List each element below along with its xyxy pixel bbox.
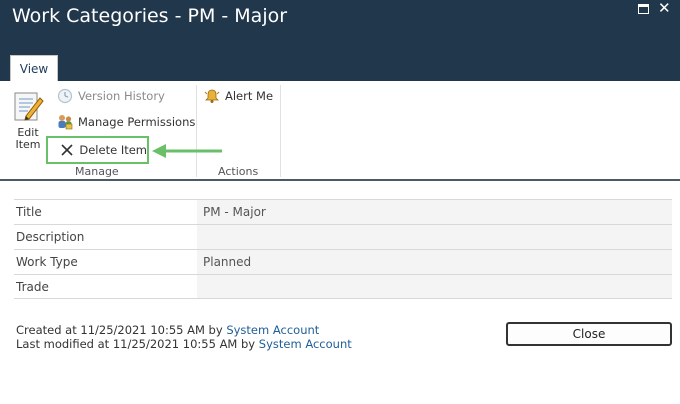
edit-document-icon — [14, 92, 44, 121]
close-icon[interactable]: ✕ — [658, 1, 671, 16]
delete-x-icon — [58, 141, 75, 159]
bell-icon — [203, 87, 221, 105]
edit-item-label: Edit Item — [15, 126, 41, 151]
table-row: Work Type Planned — [14, 249, 672, 274]
permissions-icon — [56, 113, 74, 131]
field-label: Work Type — [16, 255, 78, 269]
edit-item-button[interactable]: Edit Item — [8, 89, 48, 159]
created-text: Created at 11/25/2021 10:55 AM by — [16, 323, 227, 337]
delete-item-button[interactable]: Delete Item — [46, 136, 149, 164]
field-value: Planned — [197, 250, 672, 274]
group-divider — [280, 85, 281, 177]
group-divider — [196, 85, 197, 177]
modified-text: Last modified at 11/25/2021 10:55 AM by — [16, 337, 259, 351]
field-label: Description — [16, 230, 85, 244]
maximize-icon[interactable] — [638, 4, 649, 14]
manage-permissions-button[interactable]: Manage Permissions — [56, 111, 195, 133]
table-row: Title PM - Major — [14, 199, 672, 224]
version-history-label: Version History — [78, 89, 165, 103]
created-line: Created at 11/25/2021 10:55 AM by System… — [16, 323, 352, 337]
title-bar: Work Categories - PM - Major ✕ View — [0, 0, 680, 81]
delete-item-label: Delete Item — [79, 143, 147, 157]
field-label: Trade — [16, 279, 49, 294]
alert-me-button[interactable]: Alert Me — [203, 85, 273, 107]
actions-group-label: Actions — [218, 165, 259, 178]
table-row: Trade — [14, 274, 672, 299]
window-title: Work Categories - PM - Major — [12, 5, 288, 27]
annotation-arrow — [152, 144, 222, 158]
tab-view[interactable]: View — [10, 55, 58, 81]
close-button[interactable]: Close — [506, 322, 672, 346]
field-value: PM - Major — [197, 200, 672, 224]
version-history-button[interactable]: Version History — [56, 85, 165, 107]
manage-group-label: Manage — [75, 165, 119, 178]
manage-permissions-label: Manage Permissions — [78, 115, 196, 129]
item-details-table: Title PM - Major Description Work Type P… — [14, 199, 672, 299]
ribbon: Edit Item Version History Manage Permiss… — [0, 81, 680, 181]
field-value — [197, 275, 672, 298]
version-history-icon — [56, 87, 74, 105]
table-row: Description — [14, 224, 672, 249]
field-label: Title — [16, 205, 42, 219]
item-metadata: Created at 11/25/2021 10:55 AM by System… — [16, 323, 352, 351]
modified-by-link[interactable]: System Account — [259, 337, 352, 351]
alert-me-label: Alert Me — [225, 89, 274, 103]
modified-line: Last modified at 11/25/2021 10:55 AM by … — [16, 337, 352, 351]
field-value — [197, 225, 672, 249]
created-by-link[interactable]: System Account — [226, 323, 319, 337]
